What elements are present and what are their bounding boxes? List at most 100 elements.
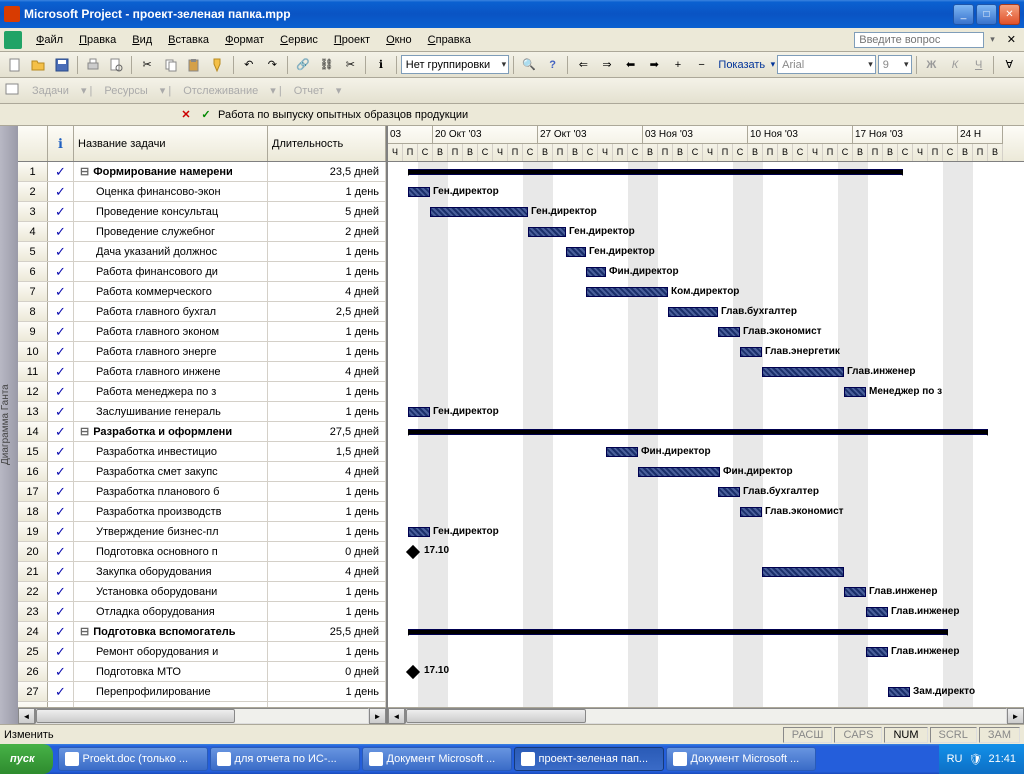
duration-cell[interactable]: 1 день (268, 482, 386, 501)
maximize-button[interactable]: □ (976, 4, 997, 25)
table-row[interactable]: 13✓Заслушивание генераль1 день (18, 402, 386, 422)
close-button[interactable]: ✕ (999, 4, 1020, 25)
row-number[interactable]: 17 (18, 482, 48, 501)
task-name-cell[interactable]: Закупка оборудования (74, 562, 268, 581)
taskbar-item[interactable]: Proekt.doc (только ... (58, 747, 208, 771)
task-bar[interactable]: Глав.инженер (762, 367, 844, 377)
row-number[interactable]: 15 (18, 442, 48, 461)
menu-chevron-icon[interactable]: ▾ (990, 34, 995, 45)
task-bar[interactable]: Ген.директор (408, 187, 430, 197)
duration-cell[interactable]: 4 дней (268, 362, 386, 381)
outdent-button[interactable]: ⬅ (620, 54, 642, 76)
task-bar[interactable]: Глав.бухгалтер (668, 307, 718, 317)
taskbar-item[interactable]: для отчета по ИС-... (210, 747, 360, 771)
task-name-cell[interactable]: Разработка производств (74, 502, 268, 521)
table-row[interactable]: 12✓Работа менеджера по з1 день (18, 382, 386, 402)
table-row[interactable]: 14✓⊟Разработка и оформлени27,5 дней (18, 422, 386, 442)
help-question-input[interactable] (854, 32, 984, 48)
task-bar[interactable]: Ген.директор (528, 227, 566, 237)
task-name-cell[interactable]: Утверждение бизнес-пл (74, 522, 268, 541)
row-number[interactable]: 4 (18, 222, 48, 241)
task-name-cell[interactable]: ⊟Формирование намерени (74, 162, 268, 181)
duration-cell[interactable]: 2 дней (268, 222, 386, 241)
row-number[interactable]: 6 (18, 262, 48, 281)
table-row[interactable]: 17✓Разработка планового б1 день (18, 482, 386, 502)
task-bar[interactable]: Менеджер по з (844, 387, 866, 397)
task-bar[interactable]: Ген.директор (408, 407, 430, 417)
entry-text[interactable]: Работа по выпуску опытных образцов проду… (218, 109, 1020, 121)
close-document-button[interactable]: ✕ (1003, 31, 1020, 48)
duration-cell[interactable]: 1 день (268, 262, 386, 281)
task-name-cell[interactable]: Отладка оборудования (74, 602, 268, 621)
row-number[interactable]: 23 (18, 602, 48, 621)
duration-cell[interactable]: 1 день (268, 402, 386, 421)
undo-button[interactable]: ↶ (238, 54, 260, 76)
task-name-cell[interactable]: Работа главного бухгал (74, 302, 268, 321)
copy-button[interactable] (160, 54, 182, 76)
table-row[interactable]: 21✓Закупка оборудования4 дней (18, 562, 386, 582)
table-row[interactable]: 15✓Разработка инвестицио1,5 дней (18, 442, 386, 462)
table-row[interactable]: 26✓Подготовка МТО0 дней (18, 662, 386, 682)
menu-Окно[interactable]: Окно (378, 32, 420, 48)
row-number[interactable]: 8 (18, 302, 48, 321)
format-painter-button[interactable] (207, 54, 229, 76)
row-number[interactable]: 25 (18, 642, 48, 661)
task-name-cell[interactable]: Работа финансового ди (74, 262, 268, 281)
task-name-cell[interactable]: Подготовка МТО (74, 662, 268, 681)
menu-Проект[interactable]: Проект (326, 32, 378, 48)
cut-button[interactable]: ✂ (136, 54, 158, 76)
table-row[interactable]: 20✓Подготовка основного п0 дней (18, 542, 386, 562)
task-name-cell[interactable]: Разработка инвестицио (74, 442, 268, 461)
task-name-cell[interactable]: Перепрофилирование (74, 682, 268, 701)
table-row[interactable]: 11✓Работа главного инжене4 дней (18, 362, 386, 382)
tasks-tab[interactable]: Задачи (26, 83, 75, 99)
print-preview-button[interactable] (106, 54, 128, 76)
task-bar[interactable]: Фин.директор (586, 267, 606, 277)
table-row[interactable]: 9✓Работа главного эконом1 день (18, 322, 386, 342)
language-indicator[interactable]: RU (947, 753, 963, 765)
cancel-entry-button[interactable]: ✕ (178, 107, 194, 123)
menu-Вид[interactable]: Вид (124, 32, 160, 48)
milestone-marker[interactable] (406, 665, 420, 679)
row-number[interactable]: 10 (18, 342, 48, 361)
new-button[interactable] (4, 54, 26, 76)
duration-cell[interactable]: 0 дней (268, 542, 386, 561)
plus-button[interactable]: + (667, 54, 689, 76)
duration-cell[interactable]: 1 день (268, 382, 386, 401)
menu-Файл[interactable]: Файл (28, 32, 71, 48)
menu-Правка[interactable]: Правка (71, 32, 124, 48)
task-name-cell[interactable]: Подготовка основного п (74, 542, 268, 561)
row-number[interactable]: 12 (18, 382, 48, 401)
table-row[interactable]: 5✓Дача указаний должнос1 день (18, 242, 386, 262)
zoom-button[interactable]: 🔍 (518, 54, 540, 76)
resources-tab[interactable]: Ресурсы (98, 83, 153, 99)
duration-cell[interactable]: 1 день (268, 182, 386, 201)
duration-cell[interactable]: 5 дней (268, 202, 386, 221)
duration-cell[interactable]: 4 дней (268, 462, 386, 481)
print-button[interactable] (82, 54, 104, 76)
duration-cell[interactable]: 4 дней (268, 562, 386, 581)
duration-cell[interactable]: 25,5 дней (268, 622, 386, 641)
info-button[interactable]: ℹ (370, 54, 392, 76)
gantt-hscroll[interactable]: ◄► (388, 707, 1024, 724)
task-bar[interactable]: Глав.экономист (740, 507, 762, 517)
task-bar[interactable]: Ген.директор (408, 527, 430, 537)
menu-Справка[interactable]: Справка (420, 32, 479, 48)
table-row[interactable]: 6✓Работа финансового ди1 день (18, 262, 386, 282)
redo-button[interactable]: ↷ (262, 54, 284, 76)
row-number[interactable]: 27 (18, 682, 48, 701)
row-number[interactable]: 14 (18, 422, 48, 441)
table-row[interactable]: 19✓Утверждение бизнес-пл1 день (18, 522, 386, 542)
task-name-cell[interactable]: Оценка финансово-экон (74, 182, 268, 201)
task-bar[interactable] (762, 567, 844, 577)
task-bar[interactable]: Ком.директор (586, 287, 668, 297)
table-row[interactable]: 7✓Работа коммерческого4 дней (18, 282, 386, 302)
view-icon[interactable] (4, 81, 20, 100)
table-row[interactable]: 24✓⊟Подготовка вспомогатель25,5 дней (18, 622, 386, 642)
task-name-cell[interactable]: Заслушивание генераль (74, 402, 268, 421)
row-number[interactable]: 18 (18, 502, 48, 521)
task-bar[interactable]: Глав.инженер (866, 607, 888, 617)
table-row[interactable]: 18✓Разработка производств1 день (18, 502, 386, 522)
table-row[interactable]: 23✓Отладка оборудования1 день (18, 602, 386, 622)
help-button[interactable]: ? (542, 54, 564, 76)
